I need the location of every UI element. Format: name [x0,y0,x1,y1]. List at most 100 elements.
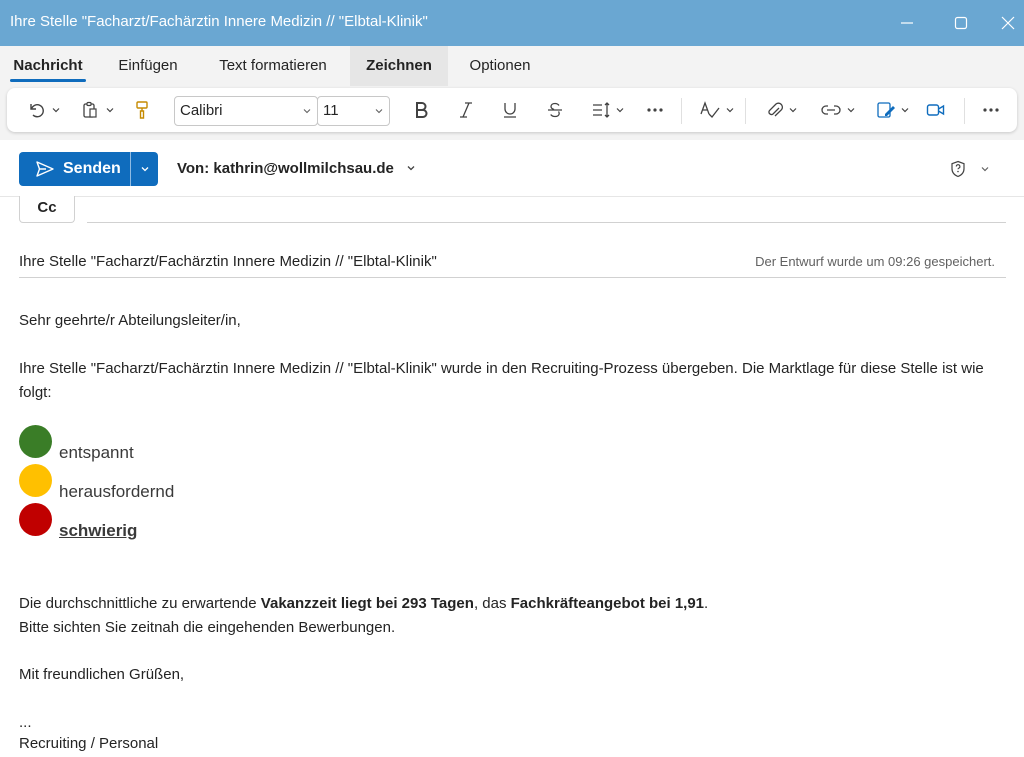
active-tab-indicator [10,79,86,82]
strikethrough-button[interactable] [543,96,567,124]
toolbar-divider [964,98,965,124]
chevron-down-icon [616,108,624,113]
insert-link-button[interactable] [816,96,860,124]
underline-icon [504,103,516,118]
stats-mid: , das [473,595,511,612]
format-painter-button[interactable] [129,96,155,124]
bold-icon [416,102,428,118]
status-dot-yellow [19,464,52,497]
header-divider [0,196,1024,197]
tab-nachricht[interactable]: Nachricht [10,46,86,86]
minimize-icon [901,22,913,24]
market-label-schwierig: schwierig [59,521,138,540]
chevron-down-icon [375,109,383,114]
line-spacing-icon [593,102,610,118]
italic-button[interactable] [454,96,478,124]
more-options-button[interactable] [979,96,1003,124]
tab-einfuegen[interactable]: Einfügen [110,46,186,86]
cc-button[interactable]: Cc [19,196,75,223]
attach-file-button[interactable] [761,96,803,124]
font-name-select[interactable]: Calibri [174,96,318,126]
tab-label: Text formatieren [219,57,327,74]
status-dot-red [19,503,52,536]
format-painter-icon [136,101,148,119]
stats-suffix: . [704,595,709,612]
cc-input-line[interactable] [87,222,1006,223]
window-title: Ihre Stelle "Facharzt/Fachärztin Innere … [10,13,428,30]
greeting-text: Sehr geehrte/r Abteilungsleiter/in, [19,312,241,329]
send-button[interactable]: Senden [19,152,130,186]
chevron-down-icon [106,108,113,113]
underline-button[interactable] [498,96,522,124]
tab-label: Einfügen [118,57,178,74]
more-formatting-button[interactable] [643,96,667,124]
vacancy-time: Vakanzzeit liegt bei 293 Tagen [260,595,474,612]
tab-label: Zeichnen [366,57,432,74]
send-icon [36,161,54,177]
signature-button[interactable] [872,96,914,124]
chevron-down-icon [141,167,148,172]
cc-label: Cc [37,199,57,216]
subject-field[interactable]: Ihre Stelle "Facharzt/Fachärztin Innere … [19,253,437,270]
link-icon [821,105,841,115]
close-button[interactable] [992,0,1024,46]
signature-icon [877,102,895,118]
clipboard-icon [82,101,97,118]
chevron-down-icon [847,108,855,113]
stats-prefix: Die durchschnittliche zu erwartende [19,595,261,612]
more-icon [983,108,999,112]
ribbon-tabs: Nachricht Einfügen Text formatieren Zeic… [0,46,1024,86]
close-icon [1001,16,1015,30]
toolbar-divider [745,98,746,124]
maximize-button[interactable] [938,0,984,46]
undo-button[interactable] [21,96,65,124]
from-address: Von: kathrin@wollmilchsau.de [177,160,394,177]
send-label: Senden [63,160,121,177]
send-button-group: Senden [19,152,158,186]
compose-area [0,140,1024,757]
tab-zeichnen[interactable]: Zeichnen [350,46,448,86]
video-camera-icon [926,104,945,116]
tab-optionen[interactable]: Optionen [458,46,542,86]
line-spacing-button[interactable] [588,96,628,124]
teams-meeting-button[interactable] [924,96,948,124]
formatting-toolbar: Calibri 11 [7,88,1017,132]
chevron-down-icon [789,108,797,113]
minimize-button[interactable] [884,0,930,46]
maximize-icon [954,16,968,30]
font-size-value: 11 [323,102,339,119]
strikethrough-icon [548,102,562,118]
signature-ellipsis: ... [19,714,32,731]
paste-button[interactable] [75,96,119,124]
tab-text-formatieren[interactable]: Text formatieren [208,46,338,86]
toolbar-area: Calibri 11 [0,86,1024,140]
market-label-entspannt: entspannt [59,443,134,462]
market-label-herausfordernd: herausfordernd [59,482,175,501]
sensitivity-dropdown[interactable] [978,158,992,180]
paperclip-icon [768,102,783,117]
toolbar-divider [681,98,682,124]
chevron-down-icon [726,108,734,113]
bold-button[interactable] [409,96,433,124]
signature-text: Recruiting / Personal [19,735,159,752]
skilled-worker-supply: Fachkräfteangebot bei 1,91 [510,595,705,612]
font-name-value: Calibri [180,102,223,119]
stats-text: Die durchschnittliche zu erwartende Vaka… [19,595,708,612]
title-bar: Ihre Stelle "Facharzt/Fachärztin Innere … [0,0,1024,46]
chevron-down-icon [52,108,59,113]
editor-button[interactable] [696,96,738,124]
status-dot-green [19,425,52,458]
font-size-select[interactable]: 11 [317,96,390,126]
shield-question-icon [951,160,965,178]
draft-saved-status: Der Entwurf wurde um 09:26 gespeichert. [755,254,995,269]
send-options-button[interactable] [131,152,158,186]
undo-icon [29,104,44,118]
intro-text-line2: folgt: [19,384,52,401]
more-icon [647,108,663,112]
request-text: Bitte sichten Sie zeitnah die eingehende… [19,619,396,636]
spelling-check-icon [700,101,720,118]
from-field[interactable]: Von: kathrin@wollmilchsau.de [177,160,416,177]
chevron-down-icon [303,109,311,114]
sensitivity-button[interactable] [948,158,968,180]
tab-label: Nachricht [13,57,83,74]
